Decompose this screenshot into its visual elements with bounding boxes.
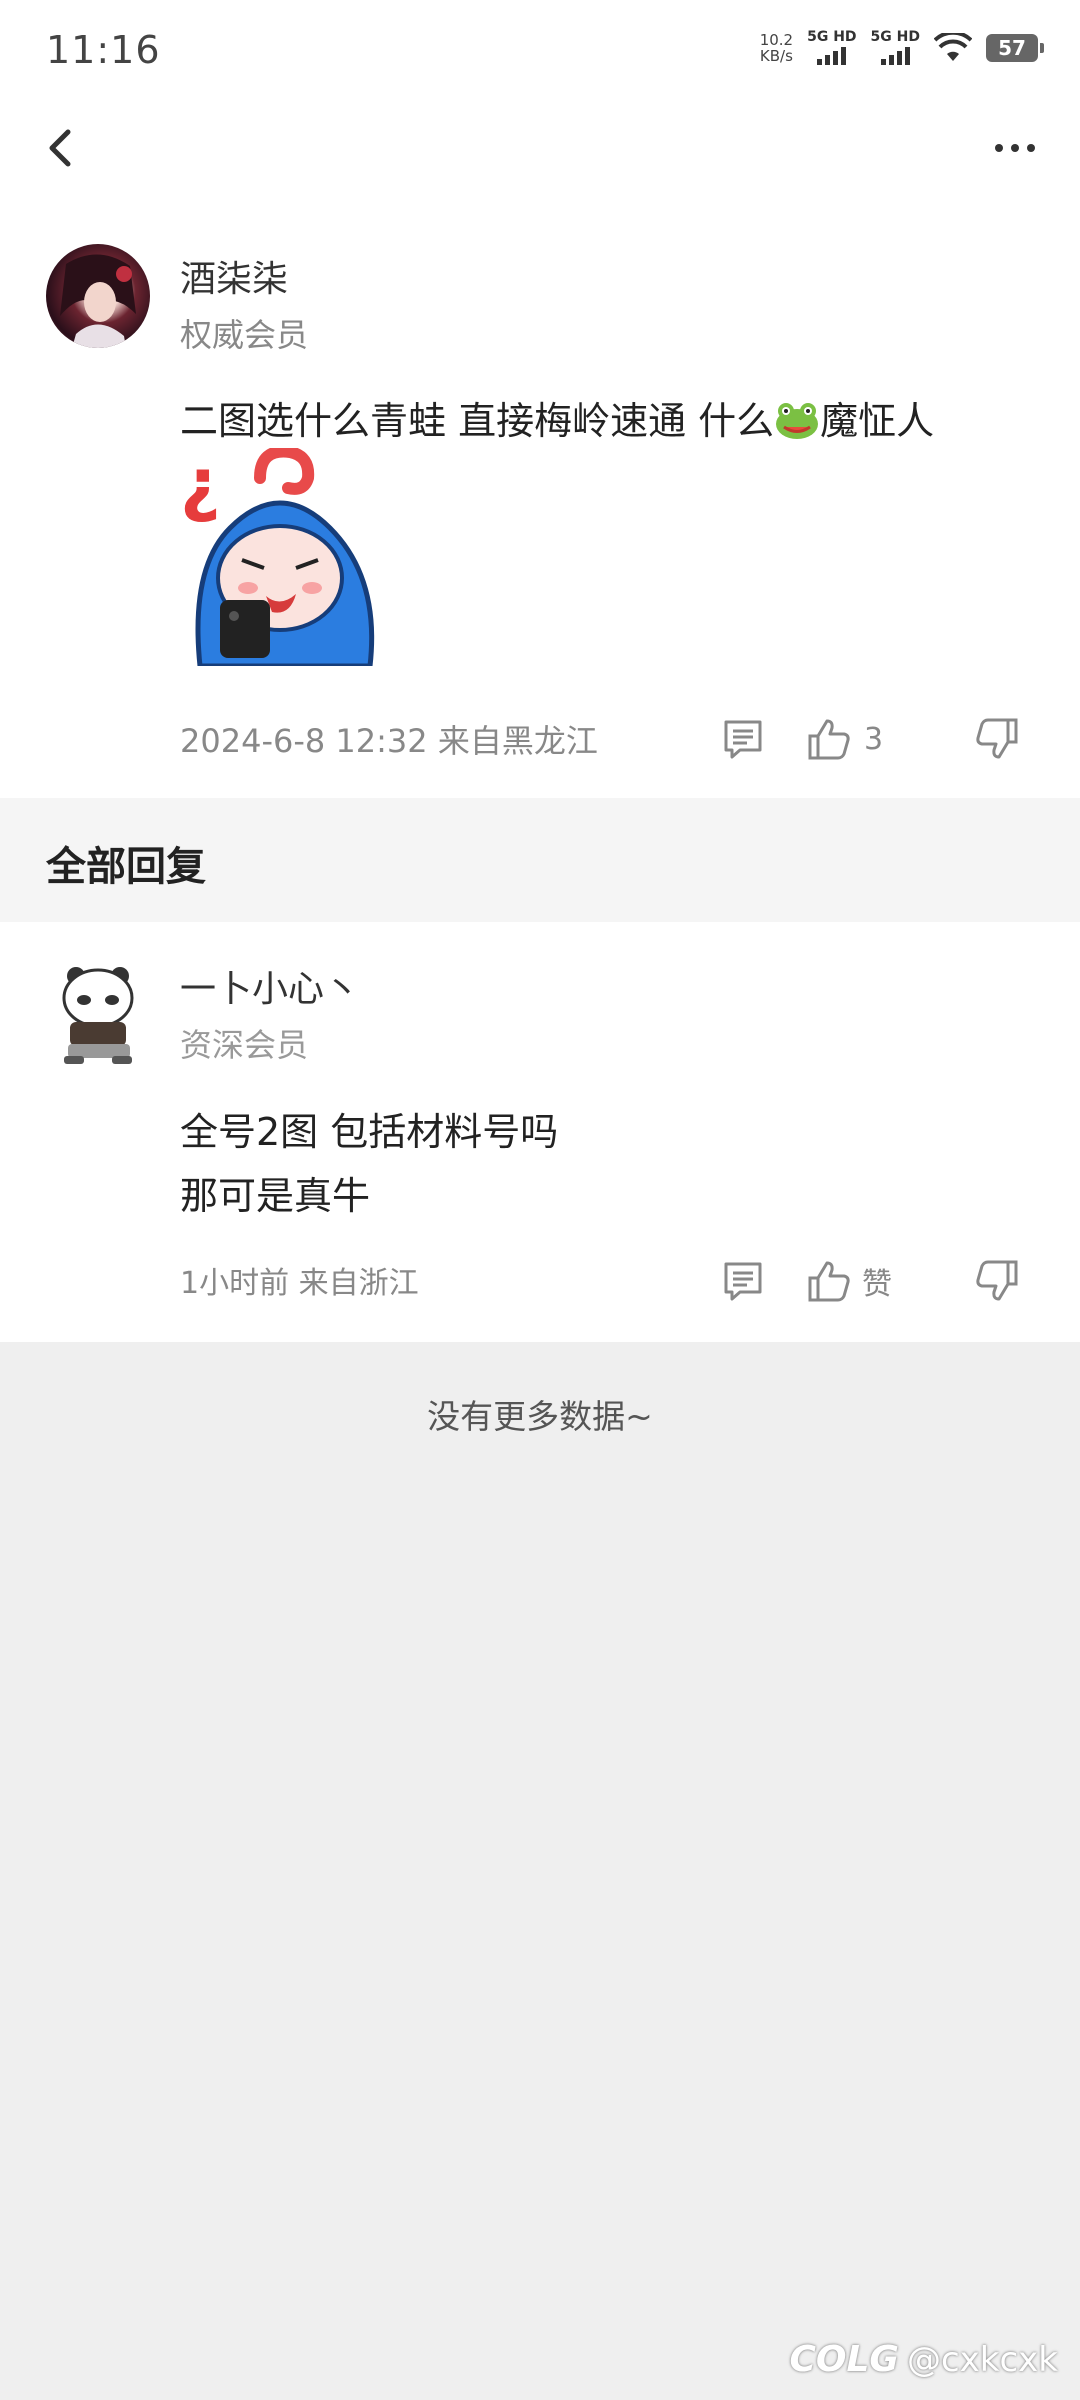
- reply-author-name[interactable]: 一卜小心丶: [180, 960, 360, 1012]
- like-button[interactable]: 3: [806, 716, 883, 762]
- section-header: 全部回复: [0, 798, 1080, 922]
- watermark-logo: COLG: [789, 2339, 899, 2380]
- post-author-level: 权威会员: [180, 316, 309, 354]
- battery-icon: 57: [986, 33, 1044, 62]
- like-count: 3: [864, 721, 884, 757]
- signal-sim1-icon: 5G HD: [807, 29, 857, 65]
- watermark-handle: @cxkcxk: [906, 2339, 1058, 2380]
- post-author-name[interactable]: 酒柒柒: [180, 250, 288, 302]
- status-icons: 10.2 KB/s 5G HD 5G HD 57: [760, 29, 1044, 65]
- more-button[interactable]: [980, 118, 1050, 178]
- thumbs-up-icon: [808, 1261, 850, 1302]
- reply-time: 1小时前: [180, 1266, 290, 1301]
- reply-line-1: 全号2图 包括材料号吗: [180, 1110, 559, 1154]
- post-actions: 3: [720, 714, 1080, 764]
- more-dot: [1027, 144, 1035, 152]
- more-dot: [995, 144, 1003, 152]
- comment-icon: [724, 1262, 762, 1301]
- reply-button[interactable]: [720, 1258, 766, 1304]
- reply-author-level: 资深会员: [180, 1026, 309, 1064]
- signal-sim2-label: 5G HD: [870, 29, 920, 45]
- thread-detail-page: 11:16 10.2 KB/s 5G HD 5G HD 57 酒柒柒 权威会员 …: [0, 0, 1080, 2400]
- thumbs-up-icon: [808, 719, 850, 760]
- svg-text:¿: ¿: [180, 448, 221, 525]
- signal-sim2-icon: 5G HD: [871, 30, 920, 65]
- post-text-part2: 魔怔人: [820, 399, 935, 443]
- post-text-part1: 二图选什么青蛙 直接梅岭速通 什么: [180, 399, 775, 443]
- reply-line-2: 那可是真牛: [180, 1174, 371, 1218]
- network-speed: 10.2 KB/s: [760, 32, 793, 64]
- post-date: 2024-6-8 12:32: [180, 722, 428, 760]
- avatar-image: [60, 254, 136, 348]
- like-label: 赞: [862, 1267, 892, 1302]
- battery-level: 57: [998, 35, 1026, 60]
- avatar[interactable]: [46, 244, 150, 348]
- like-button[interactable]: 赞: [806, 1258, 892, 1304]
- comment-icon: [724, 720, 762, 759]
- reply-location: 来自浙江: [298, 1266, 419, 1301]
- post-location: 来自黑龙江: [437, 722, 598, 760]
- dislike-button[interactable]: [974, 1258, 1020, 1304]
- reply-button[interactable]: [720, 716, 766, 762]
- network-speed-unit: KB/s: [759, 46, 793, 65]
- avatar[interactable]: [46, 962, 150, 1066]
- wifi-icon: [934, 32, 972, 61]
- post-meta: 2024-6-8 12:32 来自黑龙江: [180, 716, 598, 762]
- section-title: 全部回复: [46, 844, 206, 890]
- sticker-image[interactable]: ¿: [180, 448, 380, 666]
- chevron-left-icon: [49, 129, 71, 167]
- back-button[interactable]: [30, 118, 90, 178]
- top-area: 11:16 10.2 KB/s 5G HD 5G HD 57 酒柒柒 权威会员 …: [0, 0, 1080, 798]
- frog-emoji-icon: [776, 403, 819, 439]
- post-content: 二图选什么青蛙 直接梅岭速通 什么 魔怔人: [180, 390, 934, 445]
- dislike-button[interactable]: [974, 716, 1020, 762]
- reply-item: 一卜小心丶 资深会员 全号2图 包括材料号吗 那可是真牛 1小时前 来自浙江 赞: [0, 922, 1080, 1342]
- thumbs-down-icon: [976, 1260, 1018, 1301]
- thumbs-down-icon: [976, 718, 1018, 759]
- more-dot: [1011, 144, 1019, 152]
- reply-meta: 1小时前 来自浙江: [180, 1258, 419, 1302]
- network-speed-value: 10.2: [759, 30, 794, 49]
- reply-actions: 赞: [720, 1256, 1080, 1306]
- signal-sim1-label: 5G HD: [807, 29, 857, 45]
- status-time: 11:16: [46, 28, 161, 72]
- no-more-data: 没有更多数据~: [427, 1397, 653, 1436]
- reply-content: 全号2图 包括材料号吗 那可是真牛: [180, 1100, 558, 1228]
- watermark: COLG @cxkcxk: [789, 2339, 1058, 2380]
